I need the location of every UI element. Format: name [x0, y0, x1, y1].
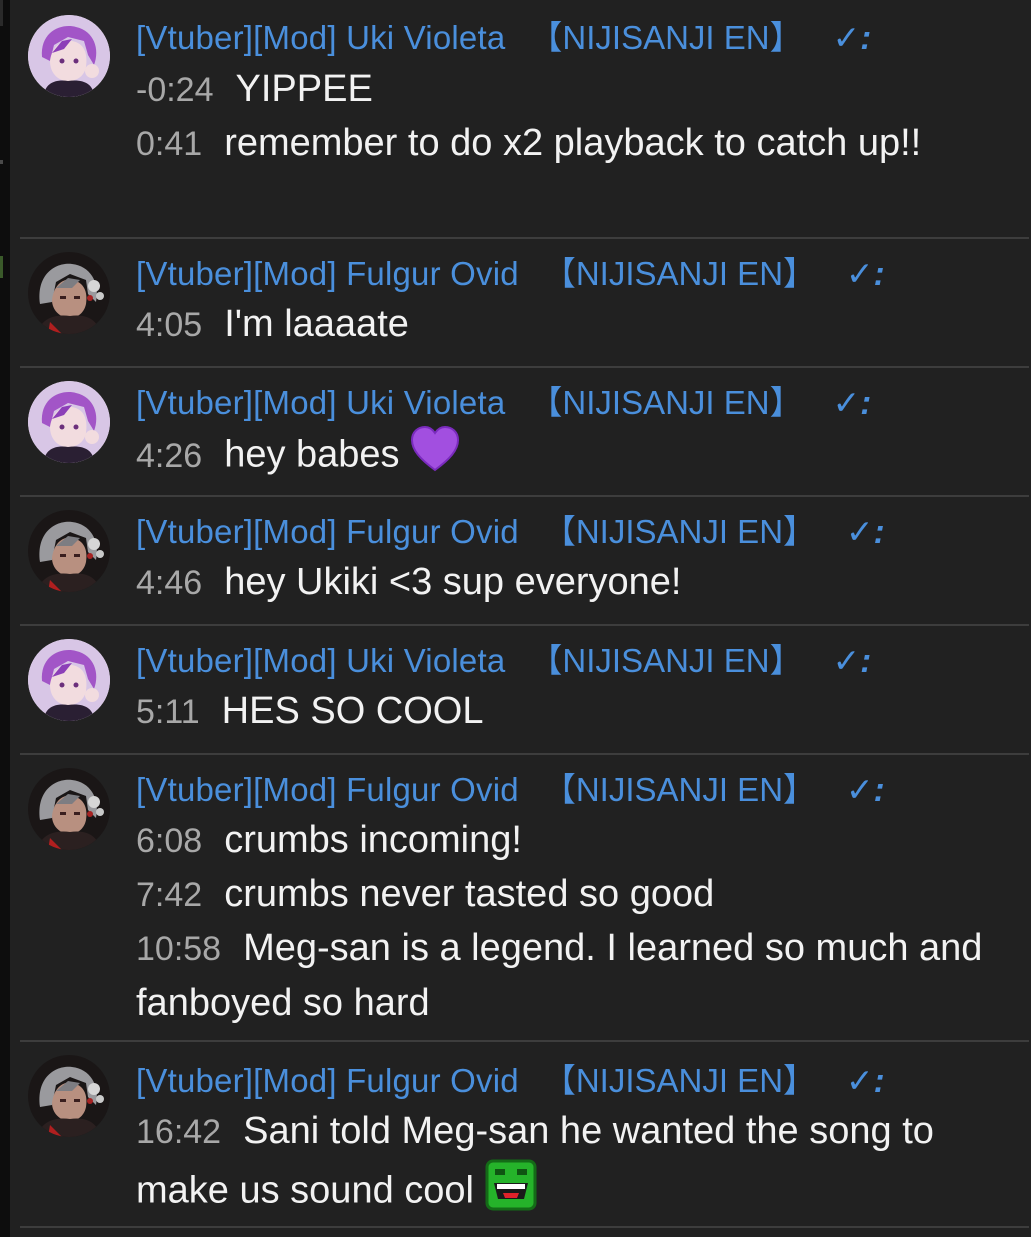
author-agency: 【NIJISANJI EN】: [542, 1062, 817, 1099]
chat-message: 10:58 Meg-san is a legend. I learned so m…: [136, 921, 1016, 1030]
uki-violeta-avatar[interactable]: [28, 639, 110, 721]
timestamp[interactable]: 7:42: [136, 876, 202, 914]
message-text: crumbs incoming!: [224, 819, 522, 861]
author-prefix: [Vtuber][Mod] Fulgur Ovid: [136, 255, 519, 292]
message-text: I'm laaaate: [224, 303, 409, 345]
verified-check-icon: ✓:: [832, 19, 872, 56]
verified-check-icon: ✓:: [832, 384, 872, 421]
edge-marker: [0, 256, 3, 278]
chat-message: 16:42 Sani told Meg-san he wanted the son…: [136, 1104, 1016, 1226]
timestamp[interactable]: 0:41: [136, 125, 202, 163]
message-text: Meg-san is a legend. I learned so much a…: [136, 927, 983, 1024]
timestamp[interactable]: 10:58: [136, 930, 221, 968]
message-text: crumbs never tasted so good: [224, 873, 715, 915]
message-text: HES SO COOL: [221, 690, 484, 732]
uki-violeta-avatar[interactable]: [28, 381, 110, 463]
chat-message-group: [Vtuber][Mod] Fulgur Ovid 【NIJISANJI EN】 ✓…: [20, 1042, 1029, 1228]
timestamp[interactable]: 4:05: [136, 306, 202, 344]
timestamp[interactable]: 16:42: [136, 1113, 221, 1151]
fulgur-ovid-avatar[interactable]: [28, 252, 110, 334]
fulgur-ovid-avatar[interactable]: [28, 510, 110, 592]
timestamp[interactable]: -0:24: [136, 71, 214, 109]
verified-check-icon: ✓:: [846, 513, 885, 550]
author-prefix: [Vtuber][Mod] Fulgur Ovid: [136, 771, 519, 808]
author-name[interactable]: [Vtuber][Mod] Uki Violeta 【NIJISANJI EN】 ✓…: [136, 18, 871, 58]
author-agency: 【NIJISANJI EN】: [542, 771, 817, 808]
author-name[interactable]: [Vtuber][Mod] Fulgur Ovid 【NIJISANJI EN】 ✓…: [136, 770, 885, 810]
chat-message-group: [Vtuber][Mod] Fulgur Ovid 【NIJISANJI EN】 ✓…: [20, 497, 1029, 626]
chat-replay-panel[interactable]: [Vtuber][Mod] Uki Violeta 【NIJISANJI EN】 ✓…: [10, 0, 1031, 1237]
chat-message: 5:11 HES SO COOL: [136, 684, 1016, 739]
message-text: YIPPEE: [235, 68, 373, 110]
author-prefix: [Vtuber][Mod] Fulgur Ovid: [136, 513, 519, 550]
author-agency: 【NIJISANJI EN】: [542, 255, 817, 292]
message-text: hey Ukiki <3 sup everyone!: [224, 561, 682, 603]
chat-message: 4:46 hey Ukiki <3 sup everyone!: [136, 555, 1016, 610]
chat-message-group: [Vtuber][Mod] Fulgur Ovid 【NIJISANJI EN】 ✓…: [20, 239, 1029, 368]
author-agency: 【NIJISANJI EN】: [542, 513, 817, 550]
verified-check-icon: ✓:: [846, 255, 885, 292]
timestamp[interactable]: 4:46: [136, 564, 202, 602]
chat-message: 0:41 remember to do x2 playback to catch …: [136, 116, 1016, 171]
author-prefix: [Vtuber][Mod] Uki Violeta: [136, 19, 506, 56]
chat-message-group: [Vtuber][Mod] Uki Violeta 【NIJISANJI EN】 ✓…: [20, 368, 1029, 497]
uki-violeta-avatar[interactable]: [28, 15, 110, 97]
chat-message: 6:08 crumbs incoming!: [136, 813, 1016, 868]
timestamp[interactable]: 6:08: [136, 822, 202, 860]
green-laughing-face-emoji: [485, 1159, 537, 1226]
author-name[interactable]: [Vtuber][Mod] Fulgur Ovid 【NIJISANJI EN】 ✓…: [136, 512, 885, 552]
chat-message: 4:26 hey babes: [136, 425, 1016, 487]
author-agency: 【NIJISANJI EN】: [529, 384, 803, 421]
author-name[interactable]: [Vtuber][Mod] Fulgur Ovid 【NIJISANJI EN】 ✓…: [136, 1061, 885, 1101]
author-name[interactable]: [Vtuber][Mod] Uki Violeta 【NIJISANJI EN】 ✓…: [136, 383, 871, 423]
edge-marker: [0, 160, 3, 164]
message-text: remember to do x2 playback to catch up!!: [224, 122, 922, 164]
chat-message: -0:24 YIPPEE: [136, 62, 1016, 117]
timestamp[interactable]: 4:26: [136, 437, 202, 475]
fulgur-ovid-avatar[interactable]: [28, 768, 110, 850]
edge-marker: [0, 0, 3, 26]
timestamp[interactable]: 5:11: [136, 693, 200, 731]
author-name[interactable]: [Vtuber][Mod] Uki Violeta 【NIJISANJI EN】 ✓…: [136, 641, 871, 681]
chat-message-group: [Vtuber][Mod] Uki Violeta 【NIJISANJI EN】 ✓…: [20, 626, 1029, 755]
chat-message: 7:42 crumbs never tasted so good: [136, 867, 1016, 922]
chat-message-group: [Vtuber][Mod] Fulgur Ovid 【NIJISANJI EN】 ✓…: [20, 755, 1029, 1042]
author-agency: 【NIJISANJI EN】: [529, 19, 803, 56]
message-text: hey babes: [224, 433, 400, 476]
author-agency: 【NIJISANJI EN】: [529, 642, 803, 679]
chat-message-group: [Vtuber][Mod] Uki Violeta 【NIJISANJI EN】 ✓…: [20, 0, 1029, 239]
purple-heart-emoji: [410, 425, 460, 487]
fulgur-ovid-avatar[interactable]: [28, 1055, 110, 1137]
author-prefix: [Vtuber][Mod] Uki Violeta: [136, 384, 506, 421]
verified-check-icon: ✓:: [846, 771, 885, 808]
verified-check-icon: ✓:: [832, 642, 872, 679]
verified-check-icon: ✓:: [846, 1062, 885, 1099]
author-prefix: [Vtuber][Mod] Uki Violeta: [136, 642, 506, 679]
chat-message: 4:05 I'm laaaate: [136, 297, 1016, 352]
author-prefix: [Vtuber][Mod] Fulgur Ovid: [136, 1062, 519, 1099]
author-name[interactable]: [Vtuber][Mod] Fulgur Ovid 【NIJISANJI EN】 ✓…: [136, 254, 885, 294]
